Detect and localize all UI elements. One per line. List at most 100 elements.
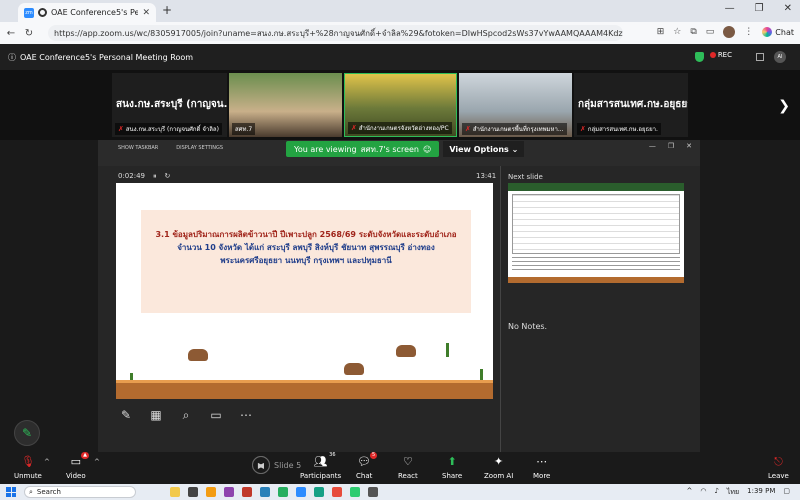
video-options-chevron-icon[interactable]: ^: [94, 458, 100, 466]
slide-counter: Slide 5: [274, 460, 302, 470]
muted-mic-icon: 🎙︎: [20, 455, 35, 468]
security-shield-icon[interactable]: [695, 52, 704, 62]
video-tile-angthong[interactable]: ✗ สำนักงานเกษตรจังหวัดอ่างทอง/PC: [344, 73, 457, 137]
browser-tab[interactable]: zm OAE Conference5's Personal M ✕: [18, 3, 156, 22]
video-off-icon: ▭ ▲: [70, 452, 90, 468]
extensions-icon[interactable]: ⧉: [690, 27, 696, 37]
recording-indicator: REC: [709, 51, 732, 59]
more-button[interactable]: ⋯ More: [533, 454, 550, 480]
buffalo-decoration-icon: [188, 349, 208, 361]
info-icon[interactable]: ⓘ: [8, 52, 16, 63]
sidebar-icon[interactable]: ▭: [706, 27, 715, 37]
reset-icon: ↻: [164, 172, 171, 180]
tray-chevron-icon[interactable]: ^: [686, 487, 692, 498]
slide-line-1: 3.1 ข้อมูลปริมาณการผลิตข้าวนาปี ปีเพาะปล…: [155, 230, 457, 239]
close-tab-icon[interactable]: ✕: [142, 8, 150, 18]
next-page-arrow-icon[interactable]: ❯: [778, 98, 790, 114]
app-icon[interactable]: [224, 487, 234, 497]
minimize-icon[interactable]: —: [725, 3, 735, 14]
url-input[interactable]: https://app.zoom.us/wc/8305917005/join?u…: [48, 25, 623, 41]
input-language[interactable]: ไทย: [727, 487, 739, 498]
translate-icon[interactable]: ⊞: [657, 27, 665, 37]
app-icon[interactable]: [332, 487, 342, 497]
powerpoint-icon[interactable]: [242, 487, 252, 497]
windows-start-icon[interactable]: [6, 487, 16, 497]
task-view-icon[interactable]: [188, 487, 198, 497]
participants-button[interactable]: 👥︎ 36 Participants: [300, 452, 341, 480]
browser-extensions: ⊞ ☆ ⧉ ▭ ⋮ Chat: [657, 26, 794, 38]
video-strip: สนง.กษ.สระบุรี (กาญจน... ✗ สนง.กษ.สระบุรี…: [0, 70, 800, 140]
slide-line-2: จำนวน 10 จังหวัด ได้แก่ สระบุรี ลพบุรี ส…: [177, 243, 435, 252]
volume-icon[interactable]: ♪: [714, 487, 718, 498]
participants-icon: 👥︎ 36: [313, 452, 336, 468]
elapsed-time: 0:02:49: [118, 172, 145, 180]
video-tile-ayutthaya[interactable]: กลุ่มสารสนเทศ.กษ.อยุธยา. ✗ กลุ่มสารสนเทศ.…: [574, 73, 688, 137]
menu-dots-icon[interactable]: ⋮: [744, 27, 753, 37]
window-controls: — ❐ ✕: [725, 3, 792, 14]
grass-decoration-icon: [446, 343, 449, 357]
search-icon: ⌕: [29, 487, 33, 496]
subtitles-icon: ▭: [210, 408, 222, 422]
shared-restore-icon: ❐: [667, 142, 675, 150]
zoom-magnifier-icon: ⌕: [182, 408, 190, 422]
smile-icon: ☺: [422, 144, 432, 154]
new-tab-button[interactable]: +: [162, 3, 172, 17]
chat-icon: 💬︎ 5: [357, 452, 378, 468]
next-slide-thumbnail: [508, 183, 684, 283]
video-tile-sst7[interactable]: สศท.7: [229, 73, 342, 137]
annotate-pencil-button[interactable]: ✎: [14, 420, 40, 446]
next-slide-icon[interactable]: ▶: [252, 456, 270, 474]
video-tile-saraburi[interactable]: สนง.กษ.สระบุรี (กาญจน... ✗ สนง.กษ.สระบุรี…: [112, 73, 227, 137]
share-button[interactable]: ⬆ Share: [442, 454, 462, 480]
close-window-icon[interactable]: ✕: [784, 3, 792, 14]
tile-label: ✗ กลุ่มสารสนเทศ.กษ.อยุธยา.: [577, 123, 661, 135]
tile-label: ✗ สนง.กษ.สระบุรี (กาญจนศักดิ์ จำลิล): [115, 123, 222, 135]
back-icon[interactable]: ←: [4, 28, 18, 39]
audio-options-chevron-icon[interactable]: ^: [44, 458, 50, 466]
edge-icon[interactable]: [314, 487, 324, 497]
shared-screen: SHOW TASKBAR DISPLAY SETTINGS You are vi…: [98, 140, 700, 458]
minimize-view-icon[interactable]: [756, 53, 764, 61]
profile-avatar[interactable]: [723, 26, 736, 38]
show-taskbar-button[interactable]: SHOW TASKBAR: [118, 145, 158, 151]
ai-companion-icon[interactable]: AI: [774, 51, 786, 63]
meeting-title-bar: ⓘ OAE Conference5's Personal Meeting Roo…: [0, 44, 800, 70]
view-options-button[interactable]: View Options ⌄: [443, 141, 525, 157]
widgets-icon[interactable]: [170, 487, 180, 497]
record-dot-icon: [709, 52, 716, 58]
zoom-app-icon[interactable]: [296, 487, 306, 497]
zoom-ai-button[interactable]: ✦ Zoom AI: [484, 454, 513, 480]
buffalo-decoration-icon: [396, 345, 416, 357]
meeting-title: OAE Conference5's Personal Meeting Room: [20, 52, 194, 62]
url-text: https://app.zoom.us/wc/8305917005/join?u…: [54, 28, 623, 38]
tile-name-large: สนง.กษ.สระบุรี (กาญจน...: [116, 99, 227, 110]
chrome-icon[interactable]: [278, 487, 288, 497]
settings-icon[interactable]: [368, 487, 378, 497]
tile-label: ✗ สำนักงานเกษตรพื้นที่กรุงเทพมหา...: [462, 123, 567, 135]
taskbar-search[interactable]: ⌕ Search: [24, 486, 136, 498]
zoom-window: ⓘ OAE Conference5's Personal Meeting Roo…: [0, 44, 800, 484]
chat-button[interactable]: 💬︎ 5 Chat: [356, 452, 378, 480]
record-favicon-icon: [38, 8, 47, 17]
more-options-icon: ⋯: [240, 408, 252, 422]
video-button[interactable]: ▭ ▲ Video: [66, 452, 90, 480]
wifi-icon[interactable]: ◠: [700, 487, 706, 498]
copilot-chat-button[interactable]: Chat: [762, 27, 794, 37]
viewing-banner: You are viewing สศท.7's screen ☺ View Op…: [286, 140, 525, 158]
file-explorer-icon[interactable]: [206, 487, 216, 497]
leave-button[interactable]: ⎋ Leave: [768, 454, 789, 480]
display-settings-button[interactable]: DISPLAY SETTINGS: [176, 145, 223, 151]
restore-icon[interactable]: ❐: [755, 3, 764, 14]
clock[interactable]: 1:39 PM: [747, 487, 775, 498]
heart-icon: ♡: [402, 455, 413, 468]
video-tile-bangkok[interactable]: ✗ สำนักงานเกษตรพื้นที่กรุงเทพมหา...: [459, 73, 572, 137]
shared-window-controls: — ❐ ✕: [649, 142, 692, 150]
bookmark-star-icon[interactable]: ☆: [673, 27, 681, 37]
react-button[interactable]: ♡ React: [398, 454, 418, 480]
app-icon[interactable]: [350, 487, 360, 497]
browser-tab-bar: zm OAE Conference5's Personal M ✕ + — ❐ …: [0, 0, 800, 22]
app-icon[interactable]: [260, 487, 270, 497]
notifications-icon[interactable]: ▢: [783, 487, 790, 498]
unmute-button[interactable]: 🎙︎ Unmute: [14, 454, 42, 480]
reload-icon[interactable]: ↻: [22, 28, 36, 39]
